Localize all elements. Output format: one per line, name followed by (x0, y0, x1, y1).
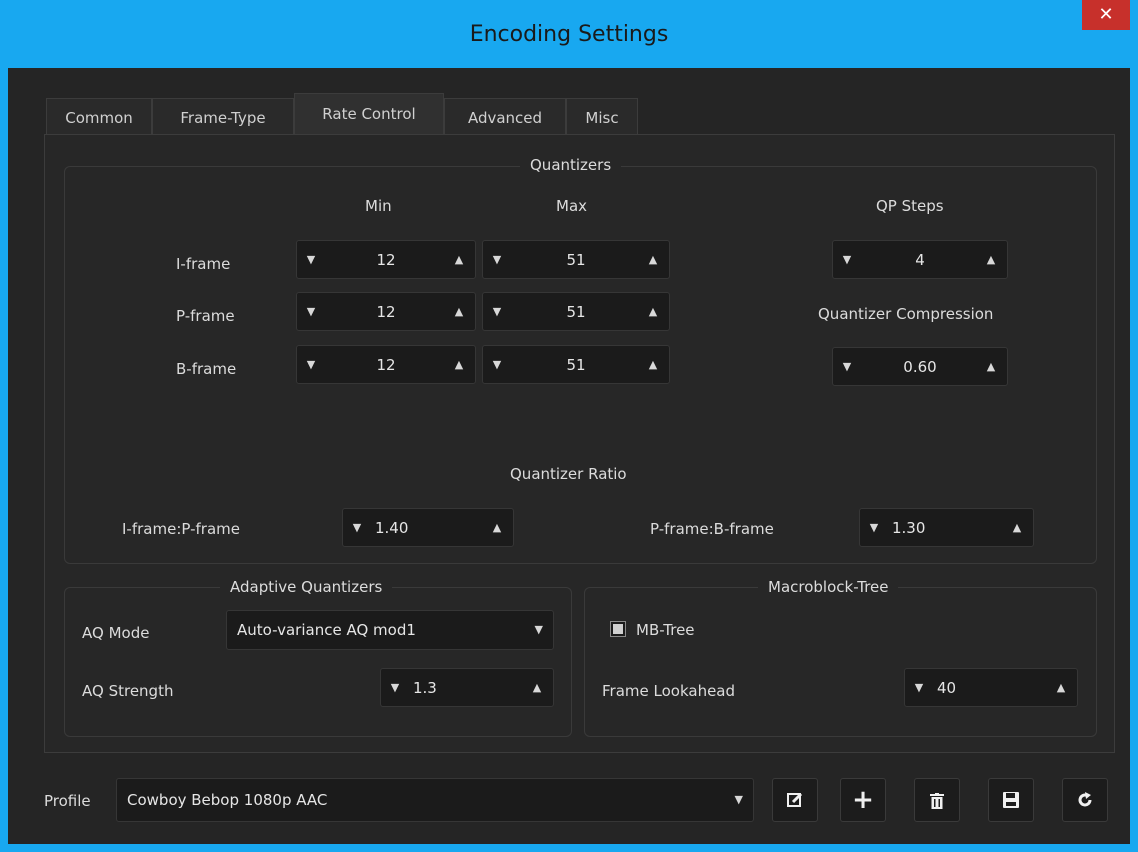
spin-down-icon[interactable]: ▼ (862, 509, 886, 546)
p-frame-max-spinbox[interactable]: ▼ 51 ▲ (482, 292, 670, 331)
spin-up-icon[interactable]: ▲ (1005, 509, 1029, 546)
i-p-ratio-spinbox[interactable]: ▼ 1.40 ▲ (342, 508, 514, 547)
edit-icon (787, 792, 803, 807)
spin-value: 12 (376, 303, 396, 321)
spin-value: 12 (376, 356, 396, 374)
spin-value: 0.60 (903, 358, 937, 376)
quantizer-compression-spinbox[interactable]: ▼ 0.60 ▲ (832, 347, 1008, 386)
profile-dropdown[interactable]: Cowboy Bebop 1080p AAC ▼ (116, 778, 754, 822)
tab-advanced[interactable]: Advanced (444, 98, 566, 134)
spin-down-icon[interactable]: ▼ (345, 509, 369, 546)
edit-profile-button[interactable] (772, 778, 818, 822)
chevron-down-icon[interactable]: ▼ (735, 779, 743, 821)
spin-down-icon[interactable]: ▼ (299, 241, 323, 278)
quantizers-title: Quantizers (520, 156, 622, 174)
spin-value: 51 (566, 356, 586, 374)
trash-icon (930, 793, 944, 809)
tab-common[interactable]: Common (46, 98, 152, 134)
spin-value: 1.30 (892, 519, 926, 537)
spin-up-icon[interactable]: ▲ (485, 509, 509, 546)
spin-up-icon[interactable]: ▲ (641, 293, 665, 330)
b-frame-max-spinbox[interactable]: ▼ 51 ▲ (482, 345, 670, 384)
frame-lookahead-label: Frame Lookahead (602, 682, 736, 700)
max-column-header: Max (556, 197, 588, 215)
i-frame-max-spinbox[interactable]: ▼ 51 ▲ (482, 240, 670, 279)
spin-down-icon[interactable]: ▼ (299, 293, 323, 330)
spin-value: 40 (937, 679, 957, 697)
aq-strength-spinbox[interactable]: ▼ 1.3 ▲ (380, 668, 554, 707)
spin-value: 4 (915, 251, 925, 269)
spin-down-icon[interactable]: ▼ (907, 669, 931, 706)
profile-value: Cowboy Bebop 1080p AAC (127, 791, 328, 809)
add-profile-button[interactable]: + (840, 778, 886, 822)
spin-value: 12 (376, 251, 396, 269)
spin-value: 51 (566, 303, 586, 321)
spin-up-icon[interactable]: ▲ (447, 346, 471, 383)
close-button[interactable]: ✕ (1082, 0, 1130, 30)
reload-icon (1078, 792, 1092, 807)
adaptive-quantizers-title: Adaptive Quantizers (220, 578, 393, 596)
spin-up-icon[interactable]: ▲ (641, 346, 665, 383)
tab-rate-control[interactable]: Rate Control (294, 93, 444, 135)
spin-down-icon[interactable]: ▼ (485, 293, 509, 330)
spin-up-icon[interactable]: ▲ (979, 348, 1003, 385)
tab-misc[interactable]: Misc (566, 98, 638, 134)
delete-profile-button[interactable] (914, 778, 960, 822)
spin-value: 1.40 (375, 519, 409, 537)
quantizer-ratio-title: Quantizer Ratio (510, 465, 627, 483)
window-title: Encoding Settings (469, 22, 669, 47)
aq-mode-label: AQ Mode (82, 624, 150, 642)
p-frame-min-spinbox[interactable]: ▼ 12 ▲ (296, 292, 476, 331)
macroblock-tree-title: Macroblock-Tree (758, 578, 899, 596)
p-b-ratio-spinbox[interactable]: ▼ 1.30 ▲ (859, 508, 1034, 547)
spin-up-icon[interactable]: ▲ (447, 241, 471, 278)
frame-lookahead-spinbox[interactable]: ▼ 40 ▲ (904, 668, 1078, 707)
p-b-ratio-label: P-frame:B-frame (650, 520, 774, 538)
min-column-header: Min (365, 197, 392, 215)
spin-down-icon[interactable]: ▼ (383, 669, 407, 706)
i-frame-min-spinbox[interactable]: ▼ 12 ▲ (296, 240, 476, 279)
macroblock-tree-group (584, 587, 1097, 737)
spin-value: 1.3 (413, 679, 437, 697)
aq-mode-dropdown[interactable]: Auto-variance AQ mod1 ▼ (226, 610, 554, 650)
spin-value: 51 (566, 251, 586, 269)
mb-tree-checkbox[interactable] (610, 621, 626, 637)
spin-down-icon[interactable]: ▼ (835, 348, 859, 385)
quantizer-compression-label: Quantizer Compression (818, 305, 994, 323)
chevron-down-icon[interactable]: ▼ (535, 611, 543, 649)
spin-up-icon[interactable]: ▲ (641, 241, 665, 278)
mb-tree-label[interactable]: MB-Tree (636, 621, 695, 639)
spin-up-icon[interactable]: ▲ (447, 293, 471, 330)
spin-up-icon[interactable]: ▲ (525, 669, 549, 706)
save-profile-button[interactable] (988, 778, 1034, 822)
i-p-ratio-label: I-frame:P-frame (122, 520, 240, 538)
spin-up-icon[interactable]: ▲ (979, 241, 1003, 278)
qp-steps-spinbox[interactable]: ▼ 4 ▲ (832, 240, 1008, 279)
b-frame-min-spinbox[interactable]: ▼ 12 ▲ (296, 345, 476, 384)
spin-down-icon[interactable]: ▼ (299, 346, 323, 383)
spin-down-icon[interactable]: ▼ (835, 241, 859, 278)
qp-steps-label: QP Steps (876, 197, 944, 215)
tab-frame-type[interactable]: Frame-Type (152, 98, 294, 134)
spin-up-icon[interactable]: ▲ (1049, 669, 1073, 706)
aq-mode-value: Auto-variance AQ mod1 (237, 621, 416, 639)
i-frame-label: I-frame (176, 255, 231, 273)
aq-strength-label: AQ Strength (82, 682, 174, 700)
p-frame-label: P-frame (176, 307, 235, 325)
spin-down-icon[interactable]: ▼ (485, 241, 509, 278)
check-mark-icon (613, 624, 623, 634)
profile-label: Profile (44, 792, 91, 810)
reload-profile-button[interactable] (1062, 778, 1108, 822)
spin-down-icon[interactable]: ▼ (485, 346, 509, 383)
floppy-disk-icon (1003, 792, 1019, 808)
b-frame-label: B-frame (176, 360, 237, 378)
